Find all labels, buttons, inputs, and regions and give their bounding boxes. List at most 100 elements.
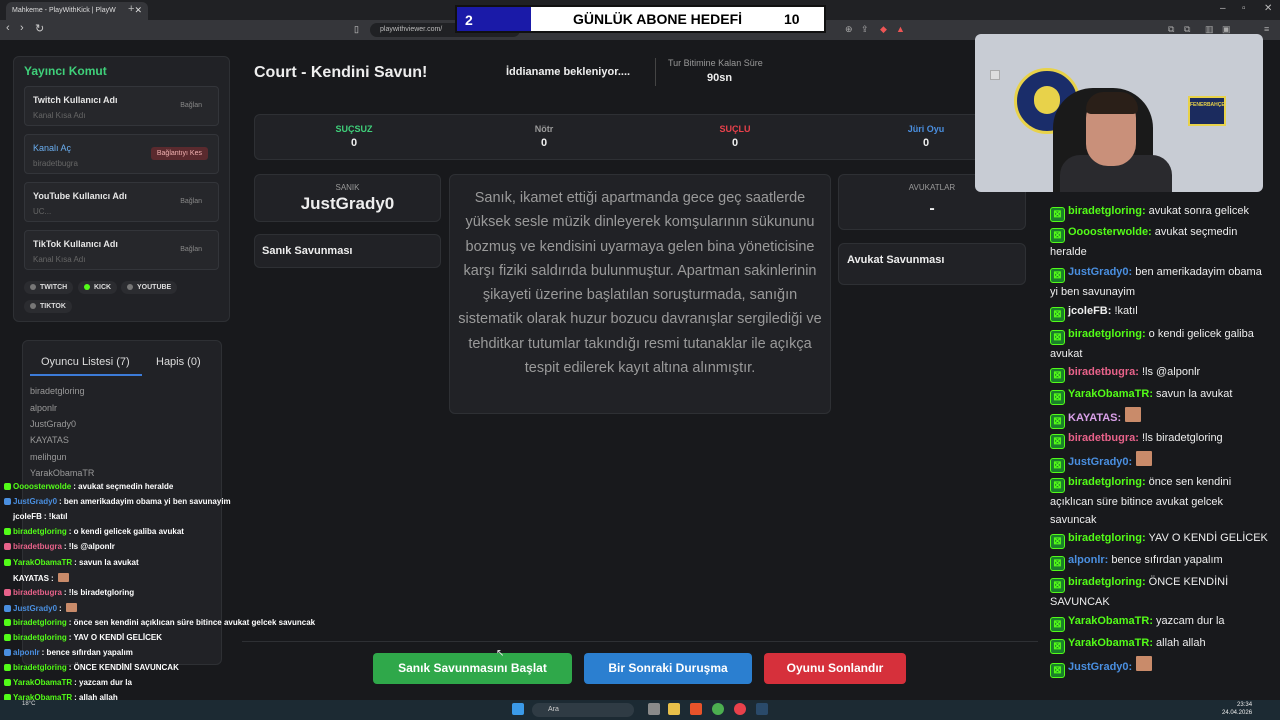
platform-youtube[interactable]: YOUTUBE <box>121 281 178 294</box>
overlay-username: biradetgloring <box>13 663 67 673</box>
tab-player-list[interactable]: Oyuncu Listesi (7) <box>41 356 130 368</box>
start-defense-button[interactable]: Sanık Savunmasını Başlat <box>373 653 572 684</box>
close-window-icon[interactable]: ✕ <box>1264 3 1272 14</box>
reload-icon[interactable]: ↻ <box>35 22 44 35</box>
platform-tiktok[interactable]: TIKTOK <box>24 300 72 313</box>
brave-shield-icon[interactable]: ◆ <box>880 24 887 35</box>
chat-username[interactable]: biradetbugra: <box>1068 366 1139 378</box>
streamer-hair <box>1086 92 1138 114</box>
chat-username[interactable]: JustGrady0: <box>1068 266 1132 278</box>
status-dot-icon <box>30 303 36 309</box>
task-view-icon[interactable] <box>648 703 660 715</box>
chat-username[interactable]: JustGrady0: <box>1068 456 1132 468</box>
chat-message: ⊠ biradetgloring: avukat sonra gelicek <box>1050 202 1272 222</box>
platform-twitch[interactable]: TWITCH <box>24 281 74 294</box>
overlay-chat-message: alponlr: bence sıfırdan yapalım <box>4 648 133 657</box>
bookmark-icon[interactable]: ▯ <box>354 24 359 35</box>
lawyer-defense-label: Avukat Savunması <box>847 254 945 266</box>
chat-username[interactable]: YarakObamaTR: <box>1068 637 1153 649</box>
clock-time: 23:34 <box>1237 702 1253 708</box>
forward-icon[interactable]: › <box>20 22 24 34</box>
badge-icon <box>4 588 11 596</box>
connect-button[interactable]: Bağlan <box>174 99 208 112</box>
end-game-button[interactable]: Oyunu Sonlandır <box>764 653 906 684</box>
steam-icon[interactable] <box>756 703 768 715</box>
overlay-username: alponlr <box>13 648 40 658</box>
menu-icon[interactable]: ≡ <box>1264 24 1269 34</box>
chat-message: ⊠ JustGrady0: <box>1050 656 1272 678</box>
wall-poster: FENERBAHÇE <box>1188 96 1226 126</box>
overlay-username: YarakObamaTR <box>13 678 73 688</box>
disconnect-button[interactable]: Bağlantıyı Kes <box>150 147 208 160</box>
badge-icon <box>4 558 11 566</box>
platform-kick[interactable]: KICK <box>78 281 118 294</box>
overlay-chat-message: JustGrady0: ben amerikadayim obama yi be… <box>4 497 231 506</box>
chat-message: ⊠ biradetbugra: !ls biradetgloring <box>1050 429 1272 449</box>
vote-label: SUÇLU <box>719 124 751 134</box>
clock[interactable]: 23:34 24.04.2026 <box>1222 701 1252 717</box>
chrome-icon[interactable] <box>712 703 724 715</box>
start-icon[interactable] <box>512 703 524 715</box>
app-icon[interactable] <box>734 703 746 715</box>
defendant-name: JustGrady0 <box>300 194 395 213</box>
player-name: YarakObamaTR <box>30 468 95 478</box>
timer-label: Tur Bitimine Kalan Süre <box>668 58 763 68</box>
badge-icon <box>4 679 11 687</box>
kick-badge-icon: ⊠ <box>1050 390 1065 405</box>
kick-badge-icon: ⊠ <box>1050 556 1065 571</box>
zoom-icon[interactable]: ⊕ <box>845 24 853 35</box>
overlay-text: : savun la avukat <box>74 557 139 567</box>
chat-username[interactable]: jcoleFB: <box>1068 305 1111 317</box>
close-tab-icon[interactable]: ✕ <box>134 5 142 16</box>
brave-icon[interactable] <box>690 703 702 715</box>
chat-message: ⊠ Oooosterwolde: avukat seçmedin heralde <box>1050 223 1272 261</box>
account-input[interactable]: UC... <box>33 207 51 216</box>
chat-message: ⊠ biradetgloring: YAV O KENDİ GELİCEK <box>1050 529 1272 549</box>
player-name: biradetgloring <box>30 386 85 396</box>
tab-jail[interactable]: Hapis (0) <box>156 356 201 368</box>
kick-badge-icon: ⊠ <box>1050 268 1065 283</box>
vote-count: 0 <box>540 137 548 149</box>
chat-username[interactable]: biradetgloring: <box>1068 328 1146 340</box>
back-icon[interactable]: ‹ <box>6 22 10 34</box>
badge-icon <box>4 513 11 520</box>
chat-username[interactable]: KAYATAS: <box>1068 412 1121 424</box>
kick-badge-icon: ⊠ <box>1050 617 1065 632</box>
share-icon[interactable]: ⇪ <box>861 24 869 35</box>
chat-username[interactable]: alponlr: <box>1068 554 1108 566</box>
connect-button[interactable]: Bağlan <box>174 243 208 256</box>
chat-username[interactable]: biradetgloring: <box>1068 532 1146 544</box>
chat-username[interactable]: biradetgloring: <box>1068 576 1146 588</box>
chat-message: ⊠ JustGrady0: ben amerikadayim obama yi b… <box>1050 263 1272 301</box>
chat-username[interactable]: biradetgloring: <box>1068 205 1146 217</box>
overlay-chat-message: biradetbugra: !ls biradetgloring <box>4 588 134 597</box>
weather-widget[interactable]: 18°C <box>22 701 35 707</box>
rewards-icon[interactable]: ▲ <box>896 24 905 34</box>
chat-username[interactable]: YarakObamaTR: <box>1068 388 1153 400</box>
file-explorer-icon[interactable] <box>668 703 680 715</box>
chat-username[interactable]: biradetbugra: <box>1068 432 1139 444</box>
tiktok-account-card: TikTok Kullanıcı Adı Kanal Kısa Adı Bağl… <box>24 230 219 270</box>
connect-button[interactable]: Bağlan <box>174 195 208 208</box>
account-input[interactable]: Kanal Kısa Adı <box>33 255 85 264</box>
vote-guilty: SUÇLU 0 <box>642 124 828 149</box>
search-placeholder: Ara <box>548 706 559 713</box>
chat-message: ⊠ biradetgloring: o kendi gelicek galiba … <box>1050 325 1272 363</box>
chat-username[interactable]: biradetgloring: <box>1068 476 1146 488</box>
account-input[interactable]: biradetbugra <box>33 159 78 168</box>
new-tab-icon[interactable]: + <box>128 3 134 15</box>
chat-text: !katıl <box>1111 305 1138 317</box>
chat-username[interactable]: Oooosterwolde: <box>1068 226 1152 238</box>
minimize-icon[interactable]: – <box>1220 3 1226 14</box>
maximize-icon[interactable]: ▫ <box>1242 3 1246 14</box>
browser-tab[interactable]: Mahkeme - PlayWithKick | PlayW ✕ <box>6 2 148 20</box>
wall-switch <box>990 70 1000 80</box>
badge-icon <box>4 528 11 536</box>
taskbar-search[interactable]: Ara <box>532 703 634 717</box>
chat-username[interactable]: YarakObamaTR: <box>1068 615 1153 627</box>
chat-username[interactable]: JustGrady0: <box>1068 661 1132 673</box>
chat-message: ⊠ KAYATAS: <box>1050 407 1272 429</box>
next-hearing-button[interactable]: Bir Sonraki Duruşma <box>584 653 752 684</box>
account-input[interactable]: Kanal Kısa Adı <box>33 111 85 120</box>
overlay-username: Oooosterwolde <box>13 482 72 491</box>
